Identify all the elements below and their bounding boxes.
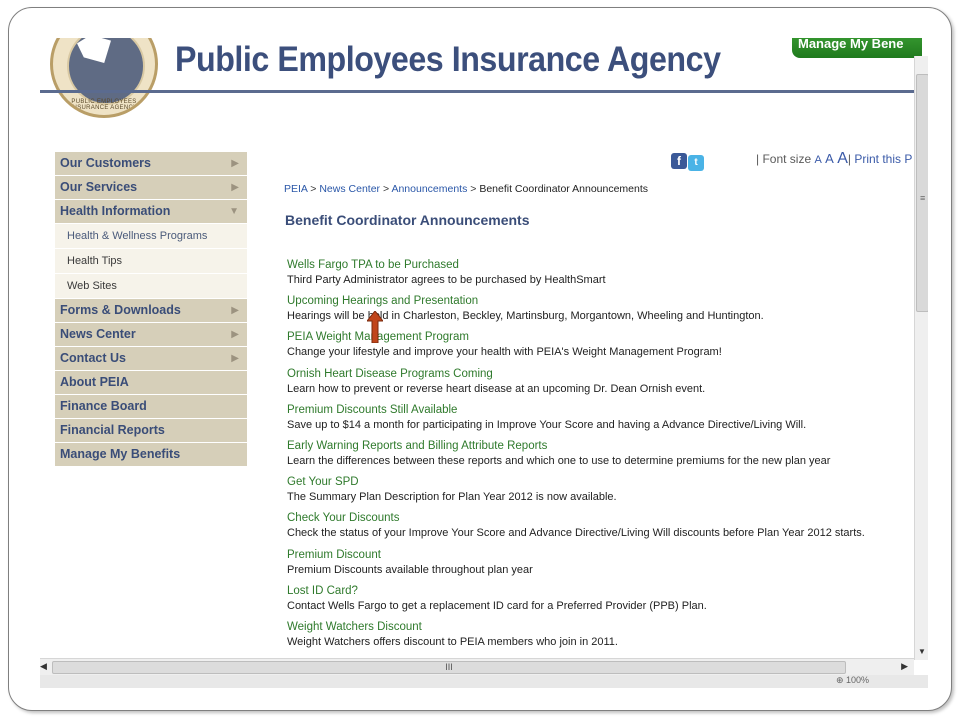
vertical-scroll-thumb[interactable]: ≡ bbox=[916, 74, 928, 312]
nav-forms-downloads[interactable]: Forms & Downloads ▶ bbox=[55, 299, 247, 322]
announcement-link[interactable]: Premium Discounts Still Available bbox=[287, 403, 907, 418]
announcement-link[interactable]: Early Warning Reports and Billing Attrib… bbox=[287, 439, 907, 454]
grip-icon: ≡ bbox=[920, 193, 926, 203]
announcement-link[interactable]: Wells Fargo TPA to be Purchased bbox=[287, 258, 907, 273]
announcement-description: Third Party Administrator agrees to be p… bbox=[287, 274, 606, 286]
list-item: Check Your Discounts Check the status of… bbox=[287, 511, 907, 547]
nav-label: News Center bbox=[60, 327, 136, 341]
announcement-description: Learn the differences between these repo… bbox=[287, 454, 831, 467]
announcement-description: Premium Discounts available throughout p… bbox=[287, 563, 533, 576]
facebook-icon[interactable]: f bbox=[671, 153, 687, 169]
breadcrumb-current: Benefit Coordinator Announcements bbox=[479, 183, 649, 195]
announcement-link[interactable]: Premium Discount bbox=[287, 548, 907, 563]
seal-text: PUBLIC EMPLOYEES INSURANCE AGENCY bbox=[70, 99, 138, 111]
breadcrumb-separator: > bbox=[470, 183, 477, 195]
announcement-description: Save up to $14 a month for participating… bbox=[287, 418, 807, 431]
page-title: Benefit Coordinator Announcements bbox=[285, 212, 530, 228]
nav-sub-health-wellness-programs[interactable]: Health & Wellness Programs bbox=[55, 224, 247, 248]
font-size-large-button[interactable]: A bbox=[837, 150, 848, 167]
nav-sub-web-sites[interactable]: Web Sites bbox=[55, 274, 247, 298]
nav-label: Health Information bbox=[60, 204, 171, 218]
horizontal-scrollbar[interactable]: ◀ III ▶ bbox=[40, 658, 914, 675]
announcement-link[interactable]: Ornish Heart Disease Programs Coming bbox=[287, 367, 907, 382]
chevron-right-icon: ▶ bbox=[231, 329, 239, 340]
nav-manage-my-benefits[interactable]: Manage My Benefits bbox=[55, 443, 247, 466]
nav-news-center[interactable]: News Center ▶ bbox=[55, 323, 247, 346]
agency-seal-logo[interactable]: PUBLIC EMPLOYEES INSURANCE AGENCY bbox=[50, 38, 158, 118]
breadcrumb-peia[interactable]: PEIA bbox=[284, 183, 307, 195]
announcement-description: Check the status of your Improve Your Sc… bbox=[287, 527, 865, 540]
chevron-right-icon: ▶ bbox=[231, 158, 239, 169]
font-size-controls: | Font size A A A| Print this P bbox=[756, 150, 912, 168]
breadcrumb-separator: > bbox=[310, 183, 317, 195]
nav-about-peia[interactable]: About PEIA bbox=[55, 371, 247, 394]
nav-our-customers[interactable]: Our Customers ▶ bbox=[55, 152, 247, 175]
list-item: Ornish Heart Disease Programs Coming Lea… bbox=[287, 367, 907, 403]
nav-label: Financial Reports bbox=[60, 423, 165, 437]
nav-label: Forms & Downloads bbox=[60, 303, 181, 317]
zoom-level: ⊕ 100% bbox=[836, 675, 870, 685]
breadcrumb: PEIA > News Center > Announcements > Ben… bbox=[284, 183, 648, 195]
list-item: Get Your SPD The Summary Plan Descriptio… bbox=[287, 475, 907, 511]
header-divider bbox=[40, 90, 914, 93]
announcement-link[interactable]: Upcoming Hearings and Presentation bbox=[287, 294, 907, 309]
announcement-description: Change your lifestyle and improve your h… bbox=[287, 346, 722, 359]
left-navigation: Our Customers ▶ Our Services ▶ Health In… bbox=[55, 152, 247, 467]
font-size-medium-button[interactable]: A bbox=[825, 151, 834, 166]
list-item: Early Warning Reports and Billing Attrib… bbox=[287, 439, 907, 475]
announcement-description: Learn how to prevent or reverse heart di… bbox=[287, 382, 706, 395]
announcement-description: Contact Wells Fargo to get a replacement… bbox=[287, 599, 707, 612]
list-item: Weight Watchers Discount Weight Watchers… bbox=[287, 620, 907, 656]
announcement-link[interactable]: Lost ID Card? bbox=[287, 584, 907, 599]
list-item: Premium Discount Premium Discounts avail… bbox=[287, 548, 907, 584]
nav-financial-reports[interactable]: Financial Reports bbox=[55, 419, 247, 442]
horizontal-scroll-thumb[interactable]: III bbox=[52, 661, 846, 674]
vertical-scrollbar[interactable]: ≡ ▼ bbox=[914, 56, 928, 660]
chevron-right-icon: ▶ bbox=[231, 353, 239, 364]
nav-label: Our Customers bbox=[60, 156, 151, 170]
nav-our-services[interactable]: Our Services ▶ bbox=[55, 176, 247, 199]
nav-label: Our Services bbox=[60, 180, 138, 194]
announcement-description: The Summary Plan Description for Plan Ye… bbox=[287, 491, 617, 504]
chevron-right-icon: ▶ bbox=[231, 305, 239, 316]
nav-health-information[interactable]: Health Information ▼ bbox=[55, 200, 247, 223]
social-links: ft bbox=[671, 152, 705, 171]
list-item: Lost ID Card? Contact Wells Fargo to get… bbox=[287, 584, 907, 620]
list-item: Premium Discounts Still Available Save u… bbox=[287, 403, 907, 439]
scroll-left-arrow-icon[interactable]: ◀ bbox=[40, 661, 47, 672]
scroll-down-arrow-icon[interactable]: ▼ bbox=[918, 647, 926, 656]
print-page-link[interactable]: Print this P bbox=[854, 152, 912, 166]
separator: | bbox=[847, 152, 851, 166]
announcement-link[interactable]: Weight Watchers Discount bbox=[287, 620, 907, 635]
twitter-icon[interactable]: t bbox=[688, 155, 704, 171]
up-arrow-icon bbox=[367, 311, 383, 343]
status-bar: ⊕ 100% bbox=[40, 675, 928, 688]
chevron-right-icon: ▶ bbox=[231, 182, 239, 193]
breadcrumb-news-center[interactable]: News Center bbox=[319, 183, 380, 195]
nav-label: Contact Us bbox=[60, 351, 126, 365]
font-size-small-button[interactable]: A bbox=[814, 154, 821, 166]
announcement-description: Weight Watchers offers discount to PEIA … bbox=[287, 635, 618, 648]
browser-viewport: PUBLIC EMPLOYEES INSURANCE AGENCY Public… bbox=[40, 38, 928, 688]
announcement-link[interactable]: Get Your SPD bbox=[287, 475, 907, 490]
nav-finance-board[interactable]: Finance Board bbox=[55, 395, 247, 418]
agency-title[interactable]: Public Employees Insurance Agency bbox=[175, 40, 721, 80]
chevron-down-icon: ▼ bbox=[229, 206, 239, 217]
breadcrumb-announcements[interactable]: Announcements bbox=[391, 183, 467, 195]
nav-label: About PEIA bbox=[60, 375, 129, 389]
breadcrumb-separator: > bbox=[382, 183, 390, 195]
scroll-right-arrow-icon[interactable]: ▶ bbox=[901, 661, 908, 672]
nav-sub-health-tips[interactable]: Health Tips bbox=[55, 249, 247, 273]
nav-label: Finance Board bbox=[60, 399, 147, 413]
manage-my-benefits-tab[interactable]: Manage My Bene bbox=[792, 38, 922, 58]
list-item: Wells Fargo TPA to be Purchased Third Pa… bbox=[287, 258, 907, 294]
nav-label: Manage My Benefits bbox=[60, 447, 181, 461]
font-size-label: | Font size bbox=[756, 152, 812, 166]
announcement-link[interactable]: Check Your Discounts bbox=[287, 511, 907, 526]
nav-contact-us[interactable]: Contact Us ▶ bbox=[55, 347, 247, 370]
